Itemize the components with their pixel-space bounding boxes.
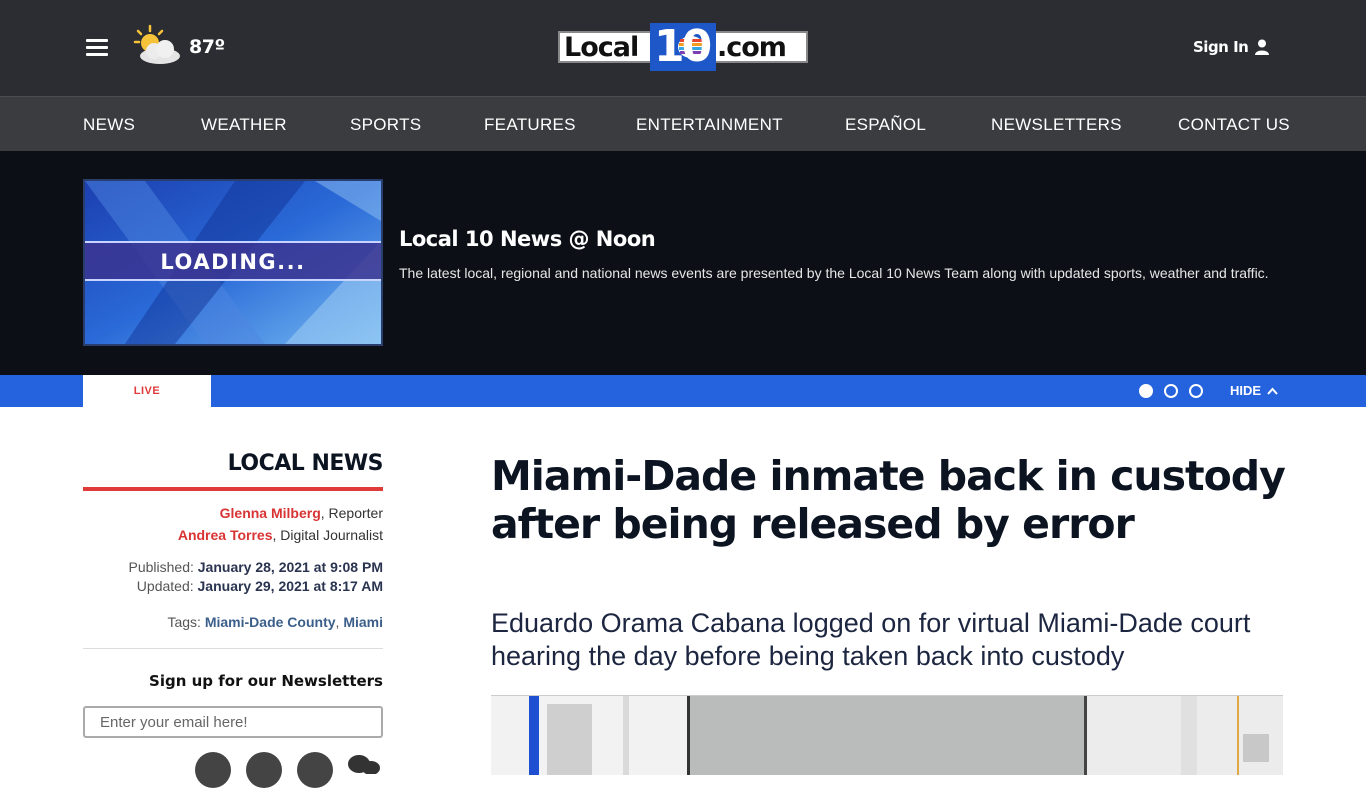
menu-button[interactable] [86,37,110,57]
comments-icon[interactable] [347,754,381,775]
email-input[interactable] [83,706,383,738]
nav-sports[interactable]: SPORTS [350,115,421,135]
chevron-up-icon [1267,387,1278,395]
published-value: January 28, 2021 at 9:08 PM [197,559,383,575]
hide-label: HIDE [1230,383,1262,398]
site-header: 87º Local 10 .com Sign In [0,0,1366,96]
carousel-dot-2[interactable] [1164,384,1178,398]
hide-live-button[interactable]: HIDE [1230,383,1278,398]
author-link[interactable]: Andrea Torres [178,527,273,543]
updated-value: January 29, 2021 at 8:17 AM [197,578,383,594]
loading-text: LOADING... [160,250,305,274]
temperature[interactable]: 87º [189,36,225,58]
article-subhead: Eduardo Orama Cabana logged on for virtu… [491,608,1251,671]
sign-in-label: Sign In [1193,38,1249,56]
published-date: Published: January 28, 2021 at 9:08 PM [83,559,383,575]
site-logo[interactable]: Local 10 .com [558,23,808,71]
nav-contact-us[interactable]: CONTACT US [1178,115,1290,135]
logo-ten-text: 10 [654,21,712,72]
live-video-thumbnail[interactable]: LOADING... [83,179,383,346]
twitter-share-icon[interactable] [246,752,282,788]
carousel-dot-1[interactable] [1139,384,1153,398]
main-nav: NEWS WEATHER SPORTS FEATURES ENTERTAINME… [0,96,1366,151]
author-role: , Digital Journalist [272,527,384,543]
author-line: Glenna Milberg, Reporter [83,505,383,521]
nav-entertainment[interactable]: ENTERTAINMENT [636,115,783,135]
user-icon [1255,39,1270,55]
live-program-description: The latest local, regional and national … [399,265,1269,281]
tag-link[interactable]: Miami-Dade County [205,614,336,630]
article-hero-image[interactable] [491,695,1283,775]
nav-weather[interactable]: WEATHER [201,115,287,135]
newsletter-title: Sign up for our Newsletters [149,672,383,690]
published-label: Published: [128,559,198,575]
section-divider [83,487,383,491]
logo-local-text: Local [564,32,639,63]
author-line: Andrea Torres, Digital Journalist [83,527,383,543]
updated-label: Updated: [136,578,198,594]
tags-label: Tags: [167,614,205,630]
article-headline: Miami-Dade inmate back in custody after … [491,452,1286,548]
live-program-title[interactable]: Local 10 News @ Noon [399,227,656,251]
nav-features[interactable]: FEATURES [484,115,576,135]
live-bar: LIVE HIDE [0,375,1366,407]
updated-date: Updated: January 29, 2021 at 8:17 AM [83,578,383,594]
live-stream-panel: LOADING... Local 10 News @ Noon The late… [0,151,1366,375]
nav-news[interactable]: NEWS [83,115,135,135]
sign-in-button[interactable]: Sign In [1193,38,1270,56]
nav-espanol[interactable]: ESPAÑOL [845,115,926,135]
logo-com-text: .com [717,32,787,63]
partly-sunny-icon[interactable] [132,24,182,66]
nav-newsletters[interactable]: NEWSLETTERS [991,115,1122,135]
author-link[interactable]: Glenna Milberg [220,505,321,521]
tag-link[interactable]: Miami [343,614,383,630]
author-role: , Reporter [320,505,383,521]
divider [83,648,383,649]
email-share-icon[interactable] [297,752,333,788]
section-title[interactable]: LOCAL NEWS [83,451,384,476]
carousel-dot-3[interactable] [1189,384,1203,398]
live-tab[interactable]: LIVE [83,375,211,407]
facebook-share-icon[interactable] [195,752,231,788]
tags-line: Tags: Miami-Dade County, Miami [167,614,383,630]
